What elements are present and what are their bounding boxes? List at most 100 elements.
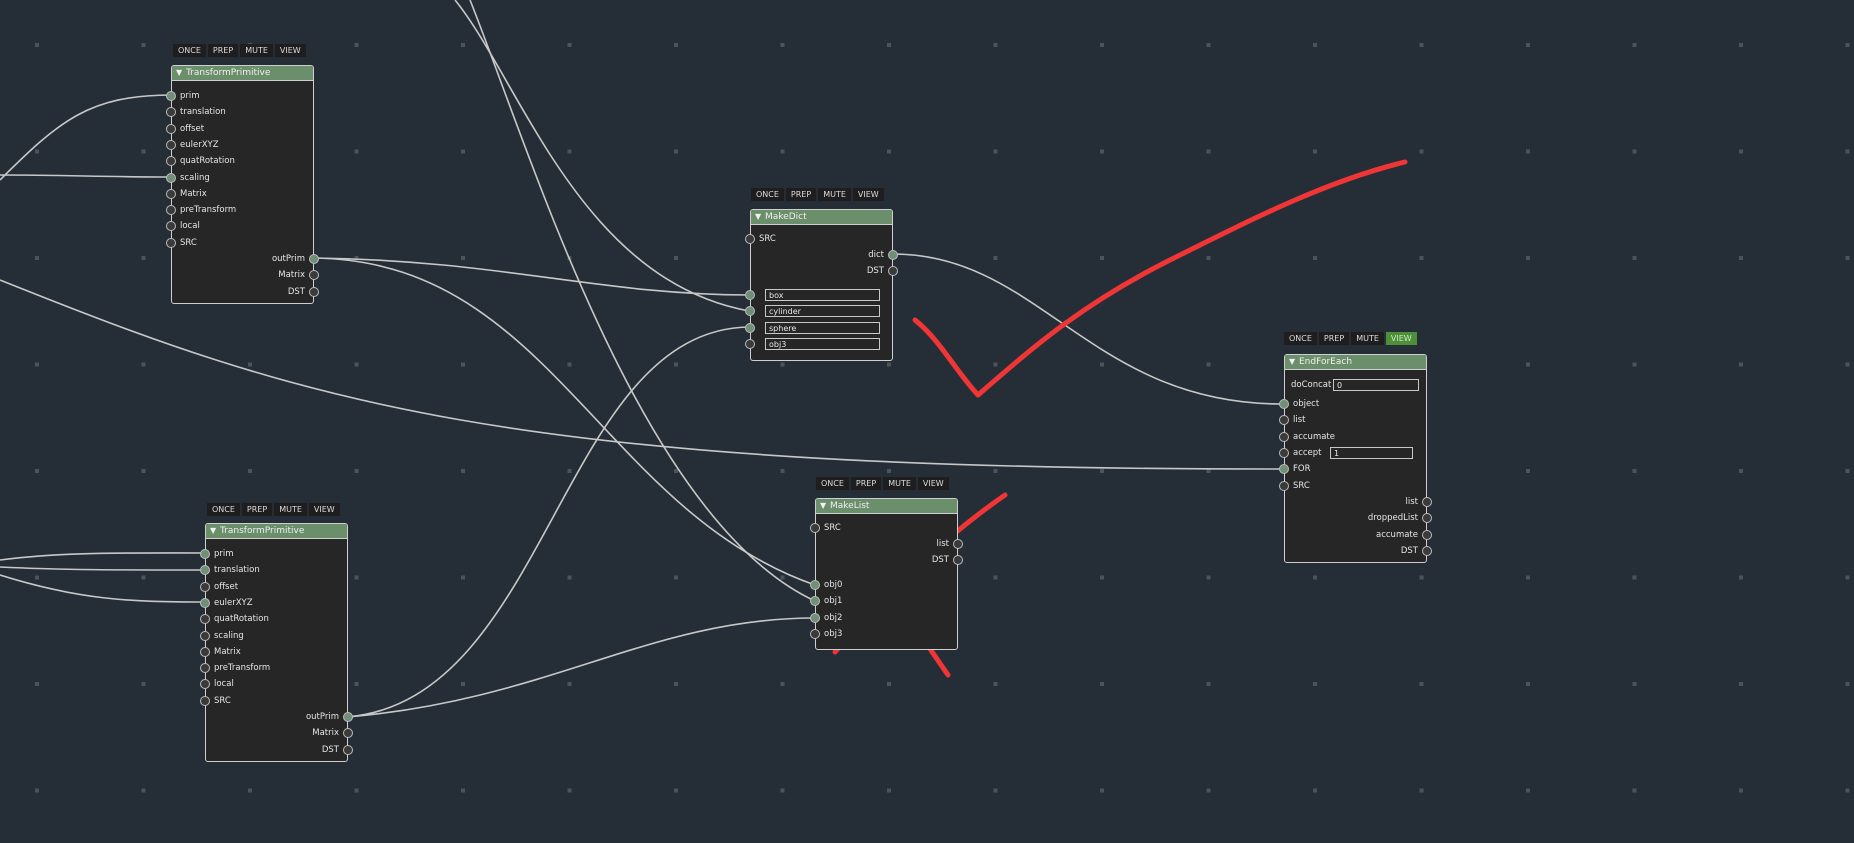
input-socket[interactable] [200,597,210,608]
node-title[interactable]: ▼ TransformPrimitive [206,524,347,539]
output-socket[interactable] [953,539,963,549]
input-socket[interactable] [810,628,820,639]
input-socket[interactable] [200,679,210,690]
output-label: Matrix [278,270,305,281]
output-socket[interactable] [309,254,319,264]
view-button[interactable]: VIEW [274,44,306,57]
prep-button[interactable]: PREP [785,188,817,201]
input-socket[interactable] [1279,399,1289,409]
make-list-node[interactable]: ▼ MakeList SRC list DST obj0 obj1 obj2 obj3 [810,498,963,650]
prep-button[interactable]: PREP [1318,332,1350,345]
input-socket[interactable] [166,205,176,216]
input-socket[interactable] [200,549,210,559]
chevron-down-icon[interactable]: ▼ [755,210,761,224]
input-socket[interactable] [166,237,176,248]
input-socket[interactable] [166,91,176,101]
input-socket[interactable] [745,306,755,317]
prep-button[interactable]: PREP [241,503,273,516]
wire [312,257,816,586]
make-dict-node[interactable]: ▼ MakeDict SRC dict DST box cylinder sphere obj… [745,209,898,361]
output-socket[interactable] [343,744,353,755]
param-label: doConcat [1291,380,1332,390]
input-socket[interactable] [166,221,176,232]
input-socket[interactable] [166,123,176,134]
mute-button[interactable]: MUTE [883,477,916,490]
node-title[interactable]: ▼ EndForEach [1285,355,1426,370]
output-socket[interactable] [309,286,319,297]
prep-button[interactable]: PREP [207,44,239,57]
endforeach-button-bar: ONCE PREP MUTE VIEW [1284,332,1417,345]
input-socket[interactable] [1279,447,1289,458]
chevron-down-icon[interactable]: ▼ [210,524,216,538]
once-button[interactable]: ONCE [751,188,784,201]
input-socket[interactable] [745,234,755,244]
input-socket[interactable] [810,580,820,590]
output-socket[interactable] [1422,529,1432,540]
input-label: quatRotation [180,156,235,167]
mute-button[interactable]: MUTE [274,503,307,516]
key-field[interactable]: obj3 [765,337,880,350]
mute-button[interactable]: MUTE [818,188,851,201]
input-socket[interactable] [200,581,210,592]
view-button[interactable]: VIEW [917,477,949,490]
prep-button[interactable]: PREP [850,477,882,490]
input-label: obj2 [824,612,843,623]
key-field[interactable]: sphere [765,321,880,334]
input-socket[interactable] [166,188,176,199]
doconcat-field[interactable]: 0 [1333,379,1419,391]
key-field[interactable]: box [765,289,880,301]
input-socket[interactable] [166,156,176,167]
output-label: list [936,539,949,549]
input-socket[interactable] [810,596,820,607]
input-socket[interactable] [745,322,755,333]
input-socket[interactable] [200,646,210,657]
input-socket[interactable] [745,338,755,349]
end-for-each-node[interactable]: ▼ EndForEach doConcat 0 object list accumate a… [1279,354,1432,563]
input-socket[interactable] [1279,464,1289,475]
input-label: translation [214,565,260,576]
input-socket[interactable] [745,290,755,300]
once-button[interactable]: ONCE [816,477,849,490]
input-label: obj0 [824,580,843,590]
output-socket[interactable] [343,712,353,722]
view-button[interactable]: VIEW [852,188,884,201]
transform-primitive-node[interactable]: ▼ TransformPrimitive prim translation offse… [166,65,319,304]
mute-button[interactable]: MUTE [240,44,273,57]
input-socket[interactable] [166,139,176,150]
input-socket[interactable] [1279,480,1289,491]
node-title[interactable]: ▼ TransformPrimitive [172,66,313,81]
chevron-down-icon[interactable]: ▼ [176,66,182,80]
input-socket[interactable] [200,695,210,706]
once-button[interactable]: ONCE [173,44,206,57]
input-socket[interactable] [1279,415,1289,426]
view-button[interactable]: VIEW [308,503,340,516]
view-button[interactable]: VIEW [1385,332,1417,345]
input-socket[interactable] [200,663,210,674]
output-socket[interactable] [888,250,898,260]
output-socket[interactable] [1422,497,1432,507]
input-socket[interactable] [200,565,210,576]
wire [312,257,750,296]
input-socket[interactable] [166,107,176,118]
node-title[interactable]: ▼ MakeList [816,499,957,514]
input-socket[interactable] [810,612,820,623]
input-socket[interactable] [200,630,210,641]
input-socket[interactable] [810,523,820,533]
node-graph-canvas[interactable]: ONCE PREP MUTE VIEW ▼ TransformPrimitive … [0,0,1854,843]
transform-primitive-node[interactable]: ▼ TransformPrimitive prim translation offse… [200,523,353,762]
mute-button[interactable]: MUTE [1351,332,1384,345]
input-socket[interactable] [166,172,176,183]
once-button[interactable]: ONCE [207,503,240,516]
node-title[interactable]: ▼ MakeDict [751,210,892,225]
output-socket[interactable] [953,555,963,565]
output-socket[interactable] [888,266,898,276]
chevron-down-icon[interactable]: ▼ [820,499,826,513]
output-label: DST [931,555,949,565]
chevron-down-icon[interactable]: ▼ [1289,355,1295,369]
once-button[interactable]: ONCE [1284,332,1317,345]
output-socket[interactable] [1422,545,1432,556]
input-socket[interactable] [200,614,210,625]
key-field[interactable]: cylinder [765,305,880,318]
input-socket[interactable] [1279,431,1289,442]
accept-field[interactable]: 1 [1330,446,1413,459]
